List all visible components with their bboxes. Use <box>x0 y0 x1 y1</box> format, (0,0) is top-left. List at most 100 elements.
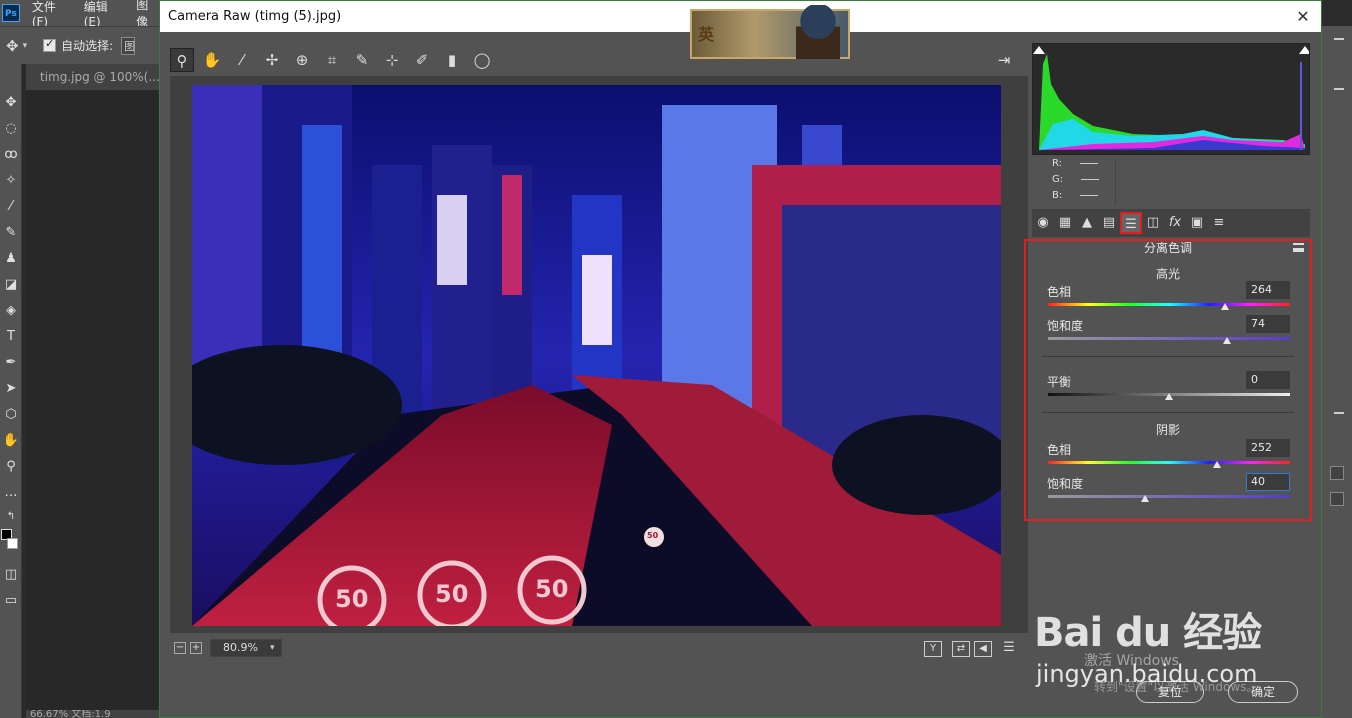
quick-mask-icon[interactable]: ◫ <box>2 566 20 584</box>
shadows-hue-slider[interactable] <box>1048 461 1290 464</box>
balance-input[interactable]: 0 <box>1246 371 1290 389</box>
photo-preview[interactable]: 50 50 50 50 <box>192 85 1001 626</box>
panel-menu-icon[interactable] <box>1334 88 1344 90</box>
before-after-icon[interactable]: Y <box>924 641 942 657</box>
move-icon[interactable]: ✥ <box>2 94 20 112</box>
screen-mode-icon[interactable]: ▭ <box>2 592 20 610</box>
panel-collapse-icon[interactable] <box>1334 38 1344 40</box>
shadows-saturation-thumb[interactable] <box>1141 495 1149 502</box>
highlights-saturation-thumb[interactable] <box>1223 337 1231 344</box>
open-preferences-icon[interactable]: ⇥ <box>992 48 1016 72</box>
lasso-icon[interactable]: ꝏ <box>2 146 20 164</box>
highlights-saturation-input[interactable]: 74 <box>1246 315 1290 333</box>
hand-icon[interactable]: ✋ <box>2 432 20 450</box>
stamp-icon[interactable]: ♟ <box>2 250 20 268</box>
rgb-divider <box>1115 159 1116 205</box>
paint-bucket-icon[interactable]: ◈ <box>2 302 20 320</box>
copy-settings-icon[interactable]: ◀ <box>974 641 992 657</box>
panel-dropdown-2[interactable] <box>1330 492 1344 506</box>
highlights-hue-slider[interactable] <box>1048 303 1290 306</box>
auto-select-dropdown[interactable]: 图 <box>121 36 136 55</box>
rgb-b-label: B: <box>1052 189 1063 201</box>
highlights-saturation-slider[interactable] <box>1048 337 1290 340</box>
graduated-filter-icon[interactable]: ▮ <box>440 48 464 72</box>
adjustment-brush-icon[interactable]: ✐ <box>410 48 434 72</box>
shadows-saturation-input[interactable]: 40 <box>1246 473 1290 491</box>
background-color-swatch[interactable] <box>7 538 18 549</box>
zoom-out-button[interactable]: − <box>174 642 186 654</box>
marquee-icon[interactable]: ◌ <box>2 120 20 138</box>
zoom-level-select[interactable]: 80.9% ▾ <box>210 639 282 657</box>
highlights-hue-input[interactable]: 264 <box>1246 281 1290 299</box>
split-toning-panel: 分离色调 高光 色相 264 饱和度 74 平衡 0 阴影 色相 252 饱和度… <box>1024 239 1312 521</box>
lens-corrections-tab-icon[interactable]: ◫ <box>1142 212 1164 234</box>
red-eye-icon[interactable]: ⊹ <box>380 48 404 72</box>
menu-file[interactable]: 文件(F) <box>32 0 72 29</box>
crop-icon[interactable]: ⌗ <box>320 48 344 72</box>
document-canvas-area <box>26 90 160 710</box>
shadows-hue-thumb[interactable] <box>1213 461 1221 468</box>
shape-icon[interactable]: ⬡ <box>2 406 20 424</box>
auto-select-checkbox[interactable] <box>43 37 57 52</box>
type-icon[interactable]: T <box>2 328 20 346</box>
close-icon[interactable]: ✕ <box>1285 1 1321 32</box>
status-bar: 66.67% 文档:1.9 <box>26 710 160 718</box>
swap-colors-icon[interactable]: ↰ <box>2 508 20 526</box>
hand-tool-icon[interactable]: ✋ <box>200 48 224 72</box>
panel-dropdown-1[interactable] <box>1330 466 1344 480</box>
eraser-icon[interactable]: ◪ <box>2 276 20 294</box>
highlights-hue-thumb[interactable] <box>1221 303 1229 310</box>
targeted-adjust-icon[interactable]: ⊕ <box>290 48 314 72</box>
pen-icon[interactable]: ✒ <box>2 354 20 372</box>
split-toning-tab-icon[interactable]: ☰ <box>1120 212 1142 234</box>
hsl-tab-icon[interactable]: ▤ <box>1098 212 1120 234</box>
banner-text: 英 <box>698 25 715 44</box>
preview-settings-icon[interactable]: ☰ <box>1000 641 1018 657</box>
shadows-title: 阴影 <box>1155 423 1180 437</box>
shadows-hue-input[interactable]: 252 <box>1246 439 1290 457</box>
rgb-b-value <box>1080 194 1099 196</box>
panel-menu-icon-2[interactable] <box>1334 412 1344 414</box>
balance-thumb[interactable] <box>1165 393 1173 400</box>
effects-tab-icon[interactable]: fx <box>1164 212 1186 234</box>
detail-tab-icon[interactable]: ▲ <box>1076 212 1098 234</box>
zoom-icon[interactable]: ⚲ <box>2 458 20 476</box>
speed-sign-small: 50 <box>647 531 659 540</box>
preview-bottom-bar: − + 80.9% ▾ <box>170 633 1028 663</box>
zoom-tool-icon[interactable]: ⚲ <box>170 48 194 72</box>
spot-removal-icon[interactable]: ✎ <box>350 48 374 72</box>
chevron-down-icon[interactable]: ▾ <box>23 41 28 51</box>
radial-filter-icon[interactable]: ◯ <box>470 48 494 72</box>
brush-icon[interactable]: ✎ <box>2 224 20 242</box>
tone-curve-tab-icon[interactable]: ▦ <box>1054 212 1076 234</box>
zoom-level-value: 80.9% <box>223 641 258 654</box>
camera-calibration-tab-icon[interactable]: ▣ <box>1186 212 1208 234</box>
panel-title: 分离色调 <box>1143 241 1192 255</box>
auto-select-label: 自动选择: <box>61 39 114 53</box>
rgb-g-label: G: <box>1052 173 1064 185</box>
zoom-in-button[interactable]: + <box>190 642 202 654</box>
histogram-graph <box>1033 46 1309 150</box>
highlights-hue-label: 色相 <box>1047 285 1072 299</box>
move-tool-icon[interactable]: ✥ <box>6 37 19 55</box>
white-balance-icon[interactable]: ⁄ <box>230 48 254 72</box>
swap-before-after-icon[interactable]: ⇄ <box>952 641 970 657</box>
photoshop-logo: Ps <box>2 4 20 22</box>
night-city-photo <box>192 85 1001 626</box>
balance-label: 平衡 <box>1047 375 1072 389</box>
more-tools-icon[interactable]: … <box>2 484 20 502</box>
histogram <box>1032 43 1310 155</box>
camera-raw-toolbar: ⚲ ✋ ⁄ ✢ ⊕ ⌗ ✎ ⊹ ✐ ▮ ◯ <box>170 44 1030 76</box>
document-tab[interactable]: timg.jpg @ 100%(... <box>26 64 160 90</box>
presets-tab-icon[interactable]: ≡ <box>1208 212 1230 234</box>
eyedropper-icon[interactable]: ⁄ <box>2 198 20 216</box>
basic-tab-icon[interactable]: ◉ <box>1032 212 1054 234</box>
path-select-icon[interactable]: ➤ <box>2 380 20 398</box>
color-sampler-icon[interactable]: ✢ <box>260 48 284 72</box>
magic-wand-icon[interactable]: ✧ <box>2 172 20 190</box>
panel-menu-icon[interactable] <box>1293 243 1304 252</box>
shadows-saturation-slider[interactable] <box>1048 495 1290 498</box>
menu-edit[interactable]: 编辑(E) <box>84 0 125 29</box>
rgb-g-value <box>1081 178 1100 180</box>
baidu-watermark: Bai du 经验 激活 Windows jingyan.baidu.com 转… <box>1034 578 1334 714</box>
